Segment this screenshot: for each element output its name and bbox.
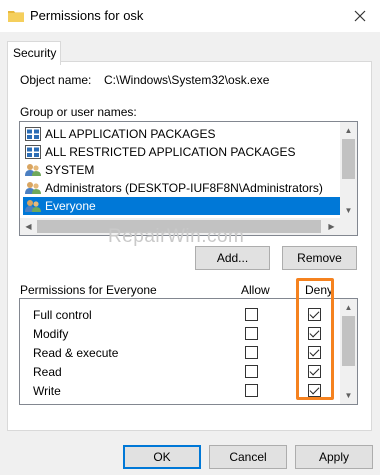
permissions-vertical-scrollbar[interactable]: ▲ ▼ — [340, 299, 357, 404]
list-item[interactable]: SYSTEM — [23, 161, 343, 179]
allow-checkbox[interactable] — [245, 384, 258, 397]
scroll-up-icon[interactable]: ▲ — [340, 122, 357, 139]
list-item-label: Everyone — [45, 199, 96, 213]
scroll-down-icon[interactable]: ▼ — [340, 202, 357, 219]
groups-vertical-scrollbar[interactable]: ▲ ▼ — [340, 122, 357, 219]
deny-column-header: Deny — [305, 283, 334, 297]
permissions-list: Full control Modify Read & execute Read … — [19, 298, 358, 405]
object-name-value: C:\Windows\System32\osk.exe — [104, 73, 270, 87]
add-button[interactable]: Add... — [195, 246, 270, 270]
table-row: Read — [20, 362, 340, 381]
app-package-icon — [25, 127, 41, 141]
tab-strip: Security — [0, 32, 380, 65]
list-item-selected[interactable]: Everyone — [23, 197, 343, 215]
scroll-thumb[interactable] — [342, 139, 355, 179]
list-item[interactable]: ALL APPLICATION PACKAGES — [23, 125, 343, 143]
permission-name: Modify — [33, 327, 69, 341]
table-row: Full control — [20, 305, 340, 324]
ok-button[interactable]: OK — [123, 445, 201, 469]
list-item-label: Administrators (DESKTOP-IUF8F8N\Administ… — [45, 181, 323, 195]
table-row: Modify — [20, 324, 340, 343]
scroll-right-icon[interactable]: ▶ — [323, 218, 340, 235]
table-row: Write — [20, 381, 340, 400]
permission-name: Read & execute — [33, 346, 119, 360]
deny-checkbox[interactable] — [308, 365, 321, 378]
permission-name: Write — [33, 384, 61, 398]
apply-button[interactable]: Apply — [295, 445, 373, 469]
deny-checkbox[interactable] — [308, 327, 321, 340]
title-bar: Permissions for osk — [0, 0, 380, 32]
scroll-left-icon[interactable]: ◀ — [20, 218, 37, 235]
allow-checkbox[interactable] — [245, 346, 258, 359]
cancel-button[interactable]: Cancel — [209, 445, 287, 469]
permissions-header: Permissions for Everyone — [20, 283, 157, 297]
object-name-label: Object name: — [20, 73, 92, 87]
allow-checkbox[interactable] — [245, 327, 258, 340]
deny-checkbox[interactable] — [308, 346, 321, 359]
watermark: RepairWin.com — [108, 226, 245, 247]
list-item-label: SYSTEM — [45, 163, 95, 177]
groups-list[interactable]: ALL APPLICATION PACKAGES ALL RESTRICTED … — [19, 121, 358, 236]
list-item[interactable]: Administrators (DESKTOP-IUF8F8N\Administ… — [23, 179, 343, 197]
users-icon — [25, 164, 41, 176]
window-title: Permissions for osk — [30, 8, 144, 23]
allow-checkbox[interactable] — [245, 365, 258, 378]
allow-checkbox[interactable] — [245, 308, 258, 321]
list-item-label: ALL APPLICATION PACKAGES — [45, 127, 216, 141]
list-item[interactable]: ALL RESTRICTED APPLICATION PACKAGES — [23, 143, 343, 161]
permission-name: Read — [33, 365, 62, 379]
allow-column-header: Allow — [241, 283, 270, 297]
tab-security[interactable]: Security — [7, 41, 61, 65]
permission-name: Full control — [33, 308, 92, 322]
table-row: Read & execute — [20, 343, 340, 362]
close-icon[interactable] — [348, 4, 372, 28]
list-item-label: ALL RESTRICTED APPLICATION PACKAGES — [45, 145, 296, 159]
folder-icon — [8, 11, 24, 22]
scroll-up-icon[interactable]: ▲ — [340, 299, 357, 316]
remove-button[interactable]: Remove — [282, 246, 357, 270]
scroll-down-icon[interactable]: ▼ — [340, 387, 357, 404]
groups-label: Group or user names: — [20, 105, 137, 119]
deny-checkbox[interactable] — [308, 308, 321, 321]
app-package-icon — [25, 145, 41, 159]
users-icon — [25, 182, 41, 194]
users-icon — [25, 200, 41, 212]
scroll-thumb[interactable] — [342, 316, 355, 366]
deny-checkbox[interactable] — [308, 384, 321, 397]
